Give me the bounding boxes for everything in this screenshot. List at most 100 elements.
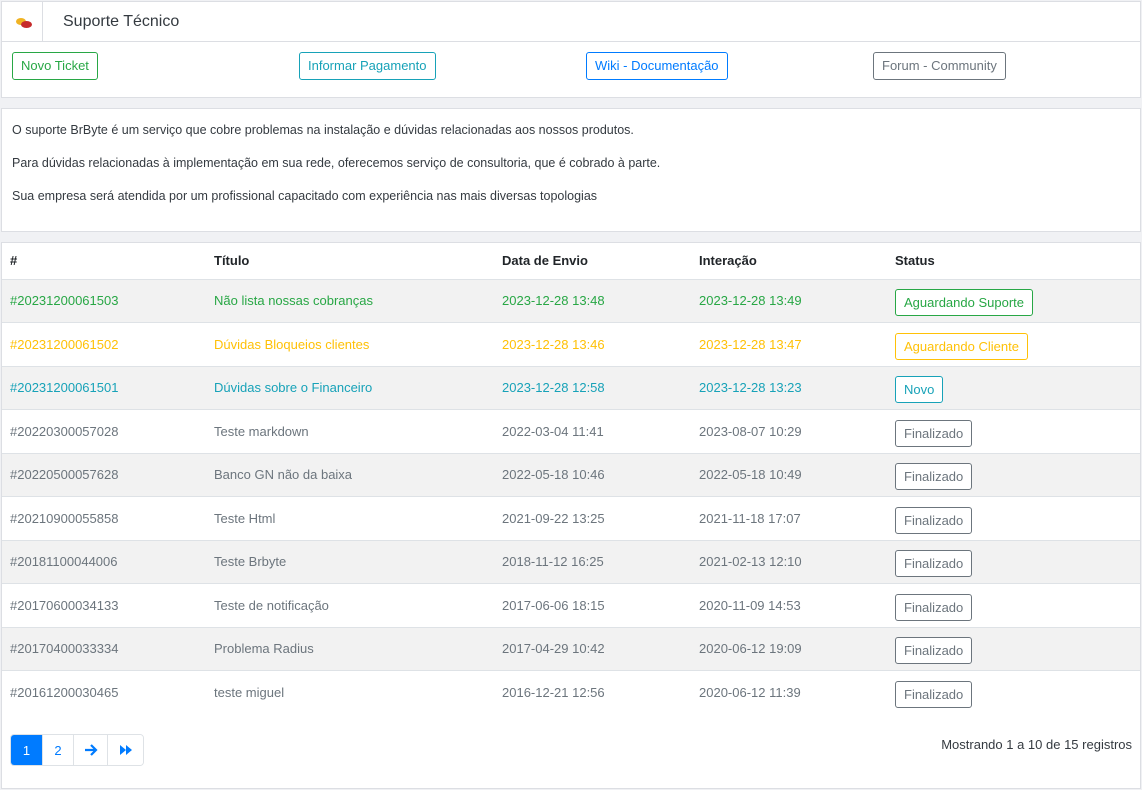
ticket-id: #20220300057028 [2, 409, 206, 453]
ticket-title: teste miguel [206, 670, 494, 714]
table-row[interactable]: #20170600034133 Teste de notificação 2017-… [2, 583, 1140, 627]
ticket-title: Teste markdown [206, 409, 494, 453]
status-badge: Finalizado [895, 506, 973, 534]
status-badge: Finalizado [895, 637, 973, 665]
tickets-card: # Título Data de Envio Interação Status … [1, 242, 1141, 789]
ticket-interaction-date: 2023-08-07 10:29 [691, 409, 887, 453]
ticket-id: #20181100044006 [2, 539, 206, 584]
fast-forward-icon [119, 745, 132, 755]
ticket-interaction-date: 2023-12-28 13:47 [691, 322, 887, 366]
column-header-status: Status [895, 253, 935, 269]
status-badge: Finalizado [895, 463, 973, 491]
table-body: #20231200061503 Não lista nossas cobrança… [2, 278, 1140, 714]
ticket-id: #20170400033334 [2, 626, 206, 671]
action-bar: Novo Ticket Informar Pagamento Wiki - Do… [2, 42, 1140, 97]
table-row[interactable]: #20220300057028 Teste markdown 2022-03-04 … [2, 409, 1140, 453]
page-1-button[interactable]: 1 [11, 735, 42, 765]
ticket-interaction-date: 2023-12-28 13:49 [691, 278, 887, 323]
last-page-button[interactable] [107, 735, 143, 765]
ticket-status-cell: Finalizado [887, 539, 1140, 584]
records-summary: Mostrando 1 a 10 de 15 registros [941, 737, 1132, 752]
info-text-2: Para dúvidas relacionadas à implementaçã… [12, 156, 661, 170]
ticket-interaction-date: 2023-12-28 13:23 [691, 365, 887, 410]
table-row[interactable]: #20210900055858 Teste Html 2021-09-22 13:2… [2, 496, 1140, 540]
table-row[interactable]: #20231200061502 Dúvidas Bloqueios cliente… [2, 322, 1140, 366]
ticket-title: Teste de notificação [206, 583, 494, 627]
page-title: Suporte Técnico [63, 12, 180, 30]
ticket-id: #20231200061501 [2, 365, 206, 410]
ticket-interaction-date: 2020-11-09 14:53 [691, 583, 887, 627]
ticket-sent-date: 2017-04-29 10:42 [494, 626, 691, 671]
ticket-interaction-date: 2021-11-18 17:07 [691, 496, 887, 540]
ticket-interaction-date: 2020-06-12 11:39 [691, 670, 887, 714]
pagination: 1 2 [10, 734, 144, 766]
info-text-1: O suporte BrByte é um serviço que cobre … [12, 123, 634, 137]
table-row[interactable]: #20170400033334 Problema Radius 2017-04-29… [2, 626, 1140, 671]
ticket-interaction-date: 2021-02-13 12:10 [691, 539, 887, 584]
ticket-sent-date: 2023-12-28 12:58 [494, 365, 691, 410]
ticket-id: #20220500057628 [2, 452, 206, 497]
column-header-title: Título [214, 253, 250, 269]
forum-community-button[interactable]: Forum - Community [873, 52, 1006, 80]
ticket-title: Teste Brbyte [206, 539, 494, 584]
ticket-id: #20161200030465 [2, 670, 206, 714]
info-text-3: Sua empresa será atendida por um profiss… [12, 189, 598, 203]
column-header-id: # [10, 253, 18, 269]
ticket-sent-date: 2016-12-21 12:56 [494, 670, 691, 714]
ticket-title: Banco GN não da baixa [206, 452, 494, 497]
ticket-interaction-date: 2020-06-12 19:09 [691, 626, 887, 671]
info-card: O suporte BrByte é um serviço que cobre … [1, 108, 1141, 232]
ticket-status-cell: Aguardando Cliente [887, 322, 1140, 366]
table-row[interactable]: #20220500057628 Banco GN não da baixa 2022… [2, 452, 1140, 497]
table-row[interactable]: #20181100044006 Teste Brbyte 2018-11-12 16… [2, 539, 1140, 584]
status-badge: Finalizado [895, 681, 973, 708]
ticket-status-cell: Finalizado [887, 626, 1140, 671]
ticket-status-cell: Novo [887, 365, 1140, 410]
ticket-id: #20170600034133 [2, 583, 206, 627]
status-badge: Finalizado [895, 593, 973, 621]
ticket-sent-date: 2022-03-04 11:41 [494, 409, 691, 453]
ticket-sent-date: 2021-09-22 13:25 [494, 496, 691, 540]
header-card: Suporte Técnico Novo Ticket Informar Pag… [1, 1, 1141, 98]
column-header-interaction: Interação [699, 253, 757, 269]
title-bar: Suporte Técnico [2, 1, 1140, 42]
table-row[interactable]: #20231200061503 Não lista nossas cobrança… [2, 278, 1140, 323]
ticket-sent-date: 2017-06-06 18:15 [494, 583, 691, 627]
table-header-row: # Título Data de Envio Interação Status [2, 243, 1140, 279]
ticket-sent-date: 2023-12-28 13:48 [494, 278, 691, 323]
ticket-title: Problema Radius [206, 626, 494, 671]
ticket-title: Teste Html [206, 496, 494, 540]
status-badge: Finalizado [895, 550, 973, 578]
ticket-sent-date: 2023-12-28 13:46 [494, 322, 691, 366]
ticket-status-cell: Finalizado [887, 670, 1140, 714]
ticket-interaction-date: 2022-05-18 10:49 [691, 452, 887, 497]
table-row[interactable]: #20161200030465 teste miguel 2016-12-21 12… [2, 670, 1140, 714]
status-badge: Novo [895, 376, 944, 404]
ticket-id: #20231200061503 [2, 278, 206, 323]
status-badge: Aguardando Suporte [895, 289, 1033, 317]
new-ticket-button[interactable]: Novo Ticket [12, 52, 98, 80]
ticket-status-cell: Finalizado [887, 409, 1140, 453]
ticket-id: #20231200061502 [2, 322, 206, 366]
ticket-title: Dúvidas sobre o Financeiro [206, 365, 494, 410]
ticket-sent-date: 2018-11-12 16:25 [494, 539, 691, 584]
ticket-status-cell: Finalizado [887, 496, 1140, 540]
tickets-table: # Título Data de Envio Interação Status … [2, 243, 1140, 714]
table-row[interactable]: #20231200061501 Dúvidas sobre o Financeir… [2, 365, 1140, 410]
ticket-status-cell: Finalizado [887, 583, 1140, 627]
ticket-id: #20210900055858 [2, 496, 206, 540]
status-badge: Aguardando Cliente [895, 332, 1028, 360]
arrow-right-icon [84, 744, 98, 756]
inform-payment-button[interactable]: Informar Pagamento [299, 52, 436, 80]
brbyte-logo-icon [2, 1, 43, 42]
ticket-status-cell: Aguardando Suporte [887, 278, 1140, 323]
wiki-documentation-button[interactable]: Wiki - Documentação [586, 52, 728, 80]
ticket-sent-date: 2022-05-18 10:46 [494, 452, 691, 497]
status-badge: Finalizado [895, 419, 973, 447]
ticket-title: Dúvidas Bloqueios clientes [206, 322, 494, 366]
page-2-button[interactable]: 2 [42, 735, 73, 765]
next-page-button[interactable] [73, 735, 107, 765]
ticket-status-cell: Finalizado [887, 452, 1140, 497]
column-header-sent-date: Data de Envio [502, 253, 588, 269]
ticket-title: Não lista nossas cobranças [206, 278, 494, 323]
